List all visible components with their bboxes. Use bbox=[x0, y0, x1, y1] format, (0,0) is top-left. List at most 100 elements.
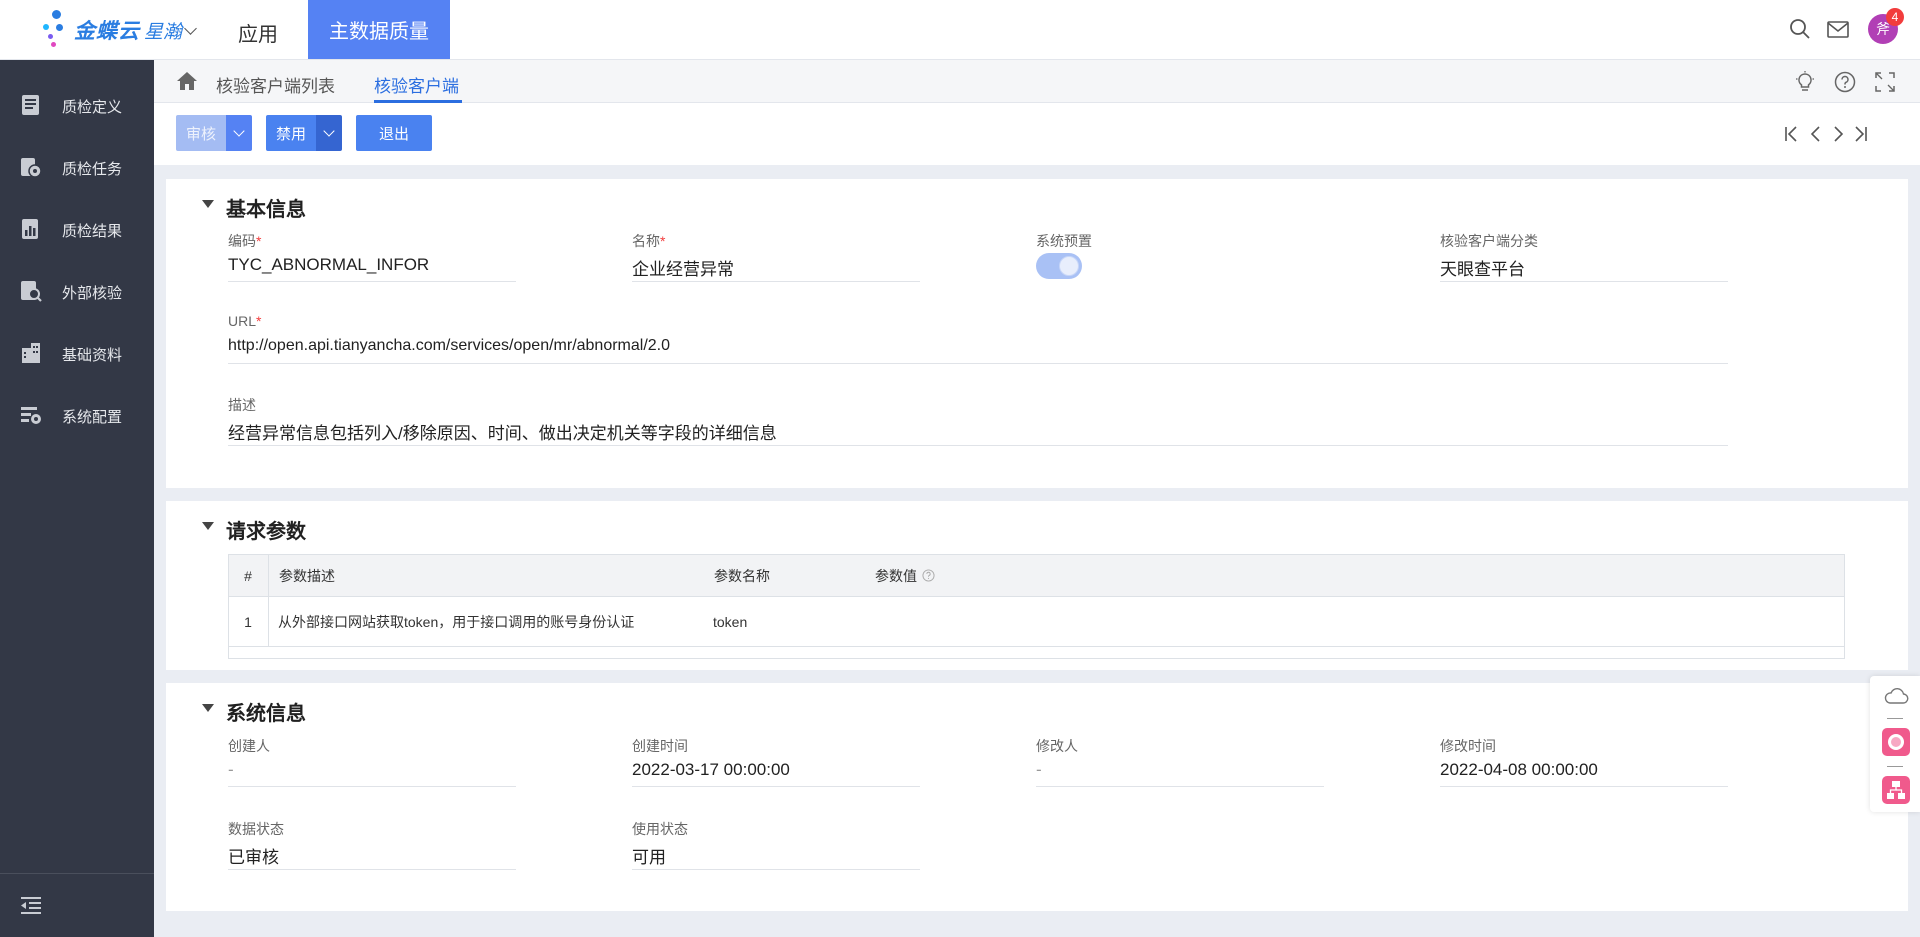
lightbulb-icon[interactable] bbox=[1794, 71, 1816, 93]
logo-subtext: 星瀚 bbox=[144, 21, 183, 43]
exit-button[interactable]: 退出 bbox=[356, 115, 432, 151]
last-page-icon[interactable] bbox=[1850, 124, 1870, 144]
use-status-field: 使用状态 可用 bbox=[632, 819, 920, 870]
params-table: # 参数描述 参数名称 参数值 1 从外部接口网站获取token，用于接口调用的… bbox=[228, 554, 1845, 659]
building-icon bbox=[22, 343, 40, 363]
sidebar-item-quality-task[interactable]: 质检任务 bbox=[0, 136, 154, 198]
created-time-field: 创建时间 2022-03-17 00:00:00 bbox=[632, 736, 920, 787]
column-header-desc[interactable]: 参数描述 bbox=[279, 555, 335, 596]
created-time-value: 2022-03-17 00:00:00 bbox=[632, 760, 790, 779]
name-field[interactable]: 名称* 企业经营异常 bbox=[632, 231, 920, 282]
sidebar-item-label: 外部核验 bbox=[62, 285, 123, 302]
sidebar-item-external-verification[interactable]: 外部核验 bbox=[0, 260, 154, 322]
next-page-icon[interactable] bbox=[1828, 124, 1848, 144]
divider bbox=[1887, 766, 1903, 767]
first-page-icon[interactable] bbox=[1782, 124, 1802, 144]
required-mark: * bbox=[660, 233, 666, 249]
url-field[interactable]: URL* http://open.api.tianyancha.com/serv… bbox=[228, 313, 1728, 364]
settings-list-icon bbox=[21, 407, 41, 424]
category-field[interactable]: 核验客户端分类 天眼查平台 bbox=[1440, 231, 1728, 282]
modified-time-value: 2022-04-08 00:00:00 bbox=[1440, 760, 1598, 779]
sidebar-item-basic-data[interactable]: 基础资料 bbox=[0, 322, 154, 384]
audit-button[interactable]: 审核 bbox=[176, 115, 226, 151]
category-value: 天眼查平台 bbox=[1440, 260, 1525, 279]
chevron-down-icon[interactable] bbox=[184, 22, 197, 35]
collapse-menu-icon[interactable] bbox=[20, 895, 42, 915]
task-gear-icon bbox=[21, 158, 42, 178]
divider bbox=[1887, 718, 1903, 719]
breadcrumb: 核验客户端列表 核验客户端 bbox=[154, 60, 1920, 103]
modified-time-label: 修改时间 bbox=[1440, 738, 1496, 754]
disable-dropdown[interactable] bbox=[316, 115, 342, 151]
system-preset-toggle[interactable] bbox=[1036, 253, 1082, 279]
home-icon[interactable] bbox=[176, 71, 198, 91]
previous-page-icon[interactable] bbox=[1806, 124, 1826, 144]
report-chart-icon bbox=[22, 219, 38, 239]
creator-value: - bbox=[228, 760, 234, 779]
modifier-field: 修改人 - bbox=[1036, 736, 1324, 787]
book-icon bbox=[22, 95, 39, 115]
param-description: 从外部接口网站获取token，用于接口调用的账号身份认证 bbox=[278, 613, 635, 630]
cloud-icon[interactable] bbox=[1883, 686, 1909, 706]
row-index: 1 bbox=[244, 613, 252, 630]
description-field[interactable]: 描述 经营异常信息包括列入/移除原因、时间、做出决定机关等字段的详细信息 bbox=[228, 395, 1728, 446]
top-header: 金蝶云 星瀚 应用 主数据质量 斧 4 bbox=[0, 0, 1920, 60]
sidebar-item-quality-definition[interactable]: 质检定义 bbox=[0, 74, 154, 136]
help-icon[interactable] bbox=[1834, 71, 1856, 93]
section-title: 基本信息 bbox=[226, 199, 306, 221]
nav-app[interactable]: 应用 bbox=[238, 18, 278, 47]
sidebar-item-system-config[interactable]: 系统配置 bbox=[0, 384, 154, 446]
toolbar: 审核 禁用 退出 bbox=[154, 103, 1920, 165]
assistant-icon[interactable] bbox=[1882, 728, 1910, 756]
org-chart-icon[interactable] bbox=[1882, 776, 1910, 804]
modified-time-field: 修改时间 2022-04-08 00:00:00 bbox=[1440, 736, 1728, 787]
search-document-icon bbox=[21, 281, 42, 302]
collapse-triangle-icon[interactable] bbox=[202, 522, 214, 530]
nav-master-data-quality[interactable]: 主数据质量 bbox=[308, 0, 450, 59]
data-status-field: 数据状态 已审核 bbox=[228, 819, 516, 870]
basic-info-panel: 基本信息 编码* TYC_ABNORMAL_INFOR 名称* 企业经营异常 系… bbox=[166, 179, 1908, 488]
modifier-value: - bbox=[1036, 760, 1042, 779]
request-params-panel: 请求参数 # 参数描述 参数名称 参数值 1 从外部接口网站获取token，用于… bbox=[166, 501, 1908, 670]
chevron-down-icon bbox=[233, 125, 245, 137]
use-status-label: 使用状态 bbox=[632, 821, 688, 837]
table-row[interactable]: 1 从外部接口网站获取token，用于接口调用的账号身份认证 token bbox=[229, 597, 1844, 647]
modifier-label: 修改人 bbox=[1036, 738, 1078, 754]
chevron-down-icon bbox=[323, 125, 335, 137]
help-icon[interactable] bbox=[922, 569, 935, 582]
name-value: 企业经营异常 bbox=[632, 260, 734, 279]
created-time-label: 创建时间 bbox=[632, 738, 688, 754]
use-status-value: 可用 bbox=[632, 848, 666, 867]
system-preset-field: 系统预置 bbox=[1036, 231, 1324, 279]
category-label: 核验客户端分类 bbox=[1440, 233, 1538, 249]
column-header-name[interactable]: 参数名称 bbox=[714, 555, 770, 596]
data-status-value: 已审核 bbox=[228, 848, 279, 867]
breadcrumb-client-list[interactable]: 核验客户端列表 bbox=[216, 72, 335, 97]
collapse-triangle-icon[interactable] bbox=[202, 200, 214, 208]
collapse-triangle-icon[interactable] bbox=[202, 704, 214, 712]
fullscreen-icon[interactable] bbox=[1874, 71, 1896, 93]
app-logo[interactable]: 金蝶云 星瀚 bbox=[40, 10, 182, 50]
description-value: 经营异常信息包括列入/移除原因、时间、做出决定机关等字段的详细信息 bbox=[228, 424, 777, 443]
audit-dropdown[interactable] bbox=[226, 115, 252, 151]
code-field[interactable]: 编码* TYC_ABNORMAL_INFOR bbox=[228, 231, 516, 282]
audit-button-group: 审核 bbox=[176, 115, 252, 151]
creator-field: 创建人 - bbox=[228, 736, 516, 787]
column-header-value[interactable]: 参数值 bbox=[875, 555, 935, 596]
disable-button-group: 禁用 bbox=[266, 115, 342, 151]
section-title: 请求参数 bbox=[226, 521, 306, 543]
sidebar-item-quality-result[interactable]: 质检结果 bbox=[0, 198, 154, 260]
search-icon[interactable] bbox=[1788, 17, 1812, 41]
disable-button[interactable]: 禁用 bbox=[266, 115, 316, 151]
message-icon[interactable] bbox=[1826, 17, 1850, 41]
sidebar-item-label: 质检结果 bbox=[62, 223, 123, 240]
logo-text: 金蝶云 bbox=[74, 20, 140, 43]
required-mark: * bbox=[256, 233, 262, 249]
code-label: 编码 bbox=[228, 233, 256, 249]
column-header-index: # bbox=[244, 567, 252, 584]
breadcrumb-current[interactable]: 核验客户端 bbox=[374, 72, 459, 97]
code-value: TYC_ABNORMAL_INFOR bbox=[228, 255, 430, 274]
table-footer bbox=[229, 647, 1844, 658]
floating-toolbar bbox=[1870, 676, 1920, 812]
sidebar-item-label: 质检定义 bbox=[62, 99, 123, 116]
